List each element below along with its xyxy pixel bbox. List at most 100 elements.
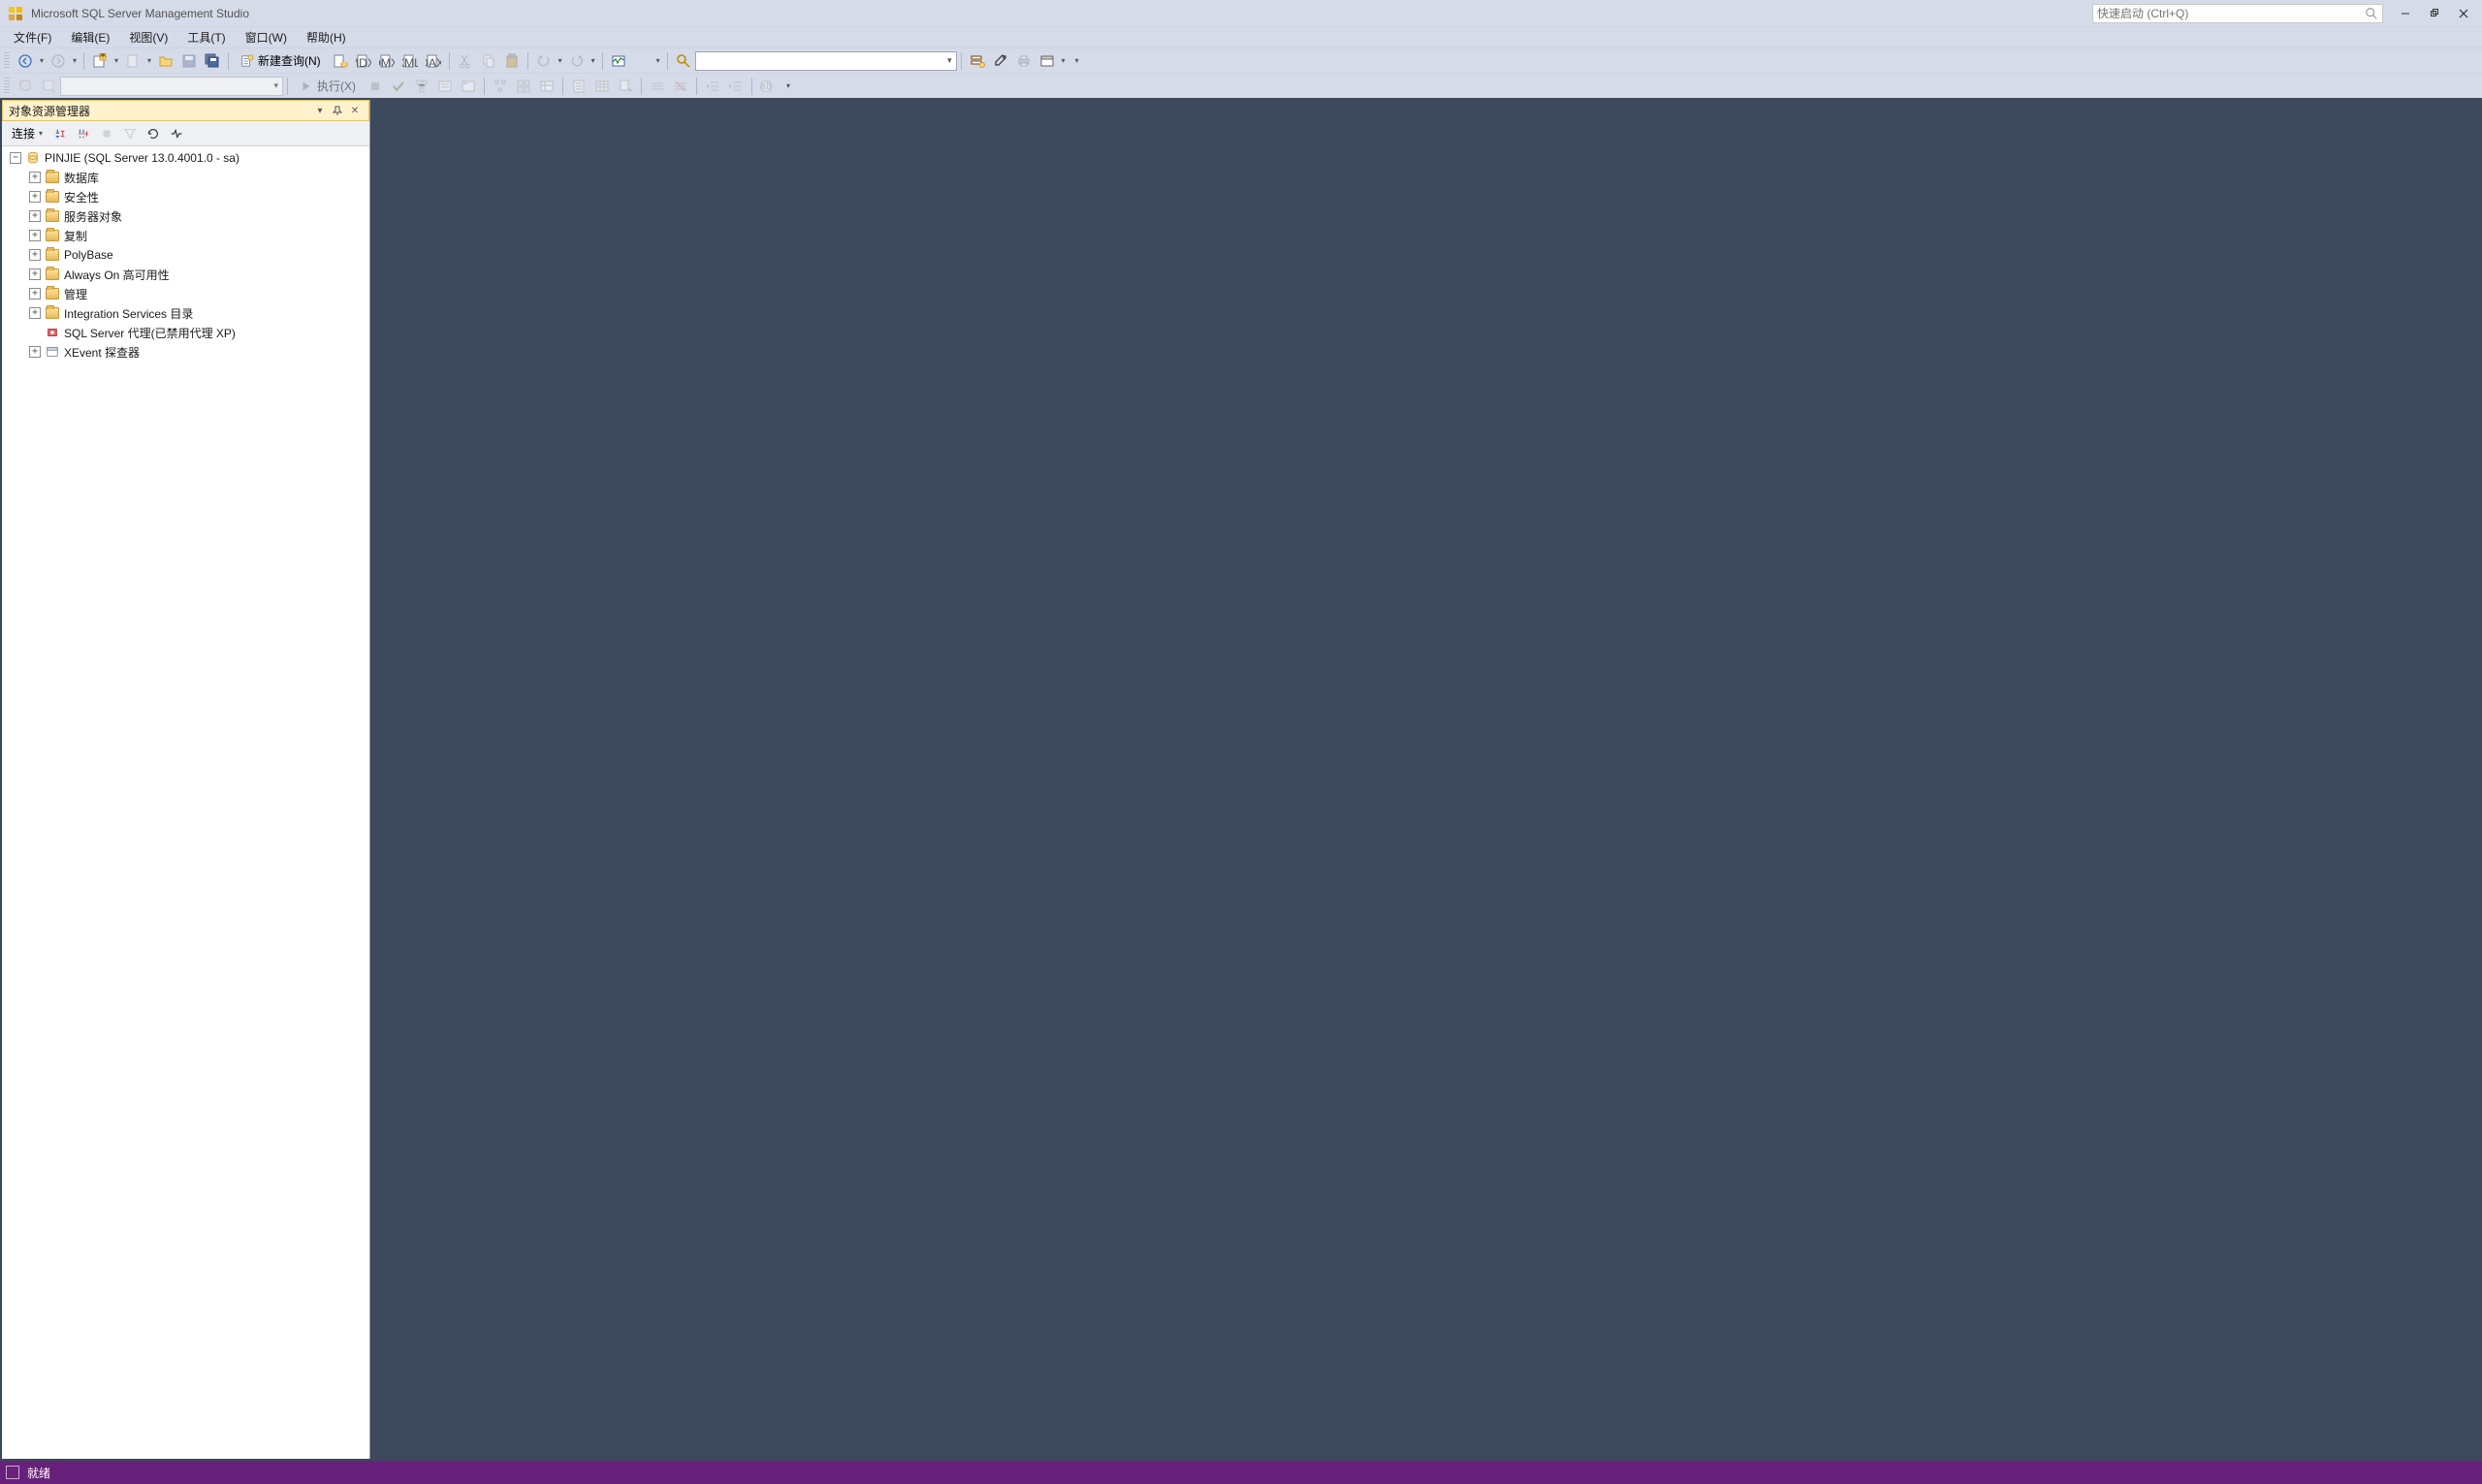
nav-forward-button[interactable] [48,50,69,72]
parse-button[interactable] [388,76,409,97]
dax-query-button[interactable]: DAX [423,50,444,72]
pin-icon[interactable] [330,103,345,118]
undo-button[interactable] [533,50,555,72]
tree-node-databases[interactable]: + 数据库 [2,168,369,187]
toolbar-grip[interactable] [4,52,10,70]
template-dropdown[interactable]: ▾ [1059,50,1068,72]
menu-help[interactable]: 帮助(H) [297,27,356,47]
menu-tools[interactable]: 工具(T) [177,27,235,47]
expander-minus-icon[interactable]: − [10,152,21,164]
new-project-dropdown[interactable]: ▾ [111,50,121,72]
expander-plus-icon[interactable]: + [29,172,41,183]
menu-view[interactable]: 视图(V) [119,27,177,47]
properties-button[interactable] [990,50,1011,72]
increase-indent-button[interactable] [725,76,747,97]
database-combobox[interactable]: ▾ [60,77,283,96]
activity-button[interactable] [166,123,187,144]
dmx-query-button[interactable]: DMX [376,50,398,72]
open-file-button[interactable] [155,50,176,72]
menu-window[interactable]: 窗口(W) [236,27,297,47]
new-item-dropdown[interactable]: ▾ [144,50,154,72]
tree-node-replication[interactable]: + 复制 [2,226,369,245]
tree-node-integration-services[interactable]: + Integration Services 目录 [2,303,369,323]
nav-back-button[interactable] [15,50,36,72]
results-to-text-button[interactable] [568,76,589,97]
activity-monitor-button[interactable] [608,50,629,72]
query-options-button[interactable] [434,76,456,97]
undo-dropdown[interactable]: ▾ [556,50,565,72]
expander-plus-icon[interactable]: + [29,346,41,358]
print-button[interactable] [1013,50,1034,72]
expander-plus-icon[interactable]: + [29,191,41,203]
expander-plus-icon[interactable]: + [29,249,41,261]
tree-node-polybase[interactable]: + PolyBase [2,245,369,265]
available-databases-button[interactable] [38,76,59,97]
window-position-dropdown[interactable]: ▾ [312,103,328,118]
results-to-file-button[interactable] [615,76,636,97]
find-input[interactable] [700,54,947,68]
expander-plus-icon[interactable]: + [29,307,41,319]
tree-node-alwayson[interactable]: + Always On 高可用性 [2,265,369,284]
copy-button[interactable] [478,50,499,72]
maximize-button[interactable] [2420,3,2449,24]
minimize-button[interactable] [2391,3,2420,24]
new-project-button[interactable]: ✶ [89,50,111,72]
save-all-button[interactable] [202,50,223,72]
toolbar-overflow[interactable]: ▾ [783,75,793,96]
results-to-grid-button[interactable] [591,76,613,97]
tree-node-security[interactable]: + 安全性 [2,187,369,206]
toolbar-overflow[interactable]: ▾ [1072,49,1082,71]
paste-button[interactable] [501,50,523,72]
filter-button[interactable] [119,123,141,144]
include-actual-plan-button[interactable] [490,76,511,97]
xmla-query-button[interactable]: XML [399,50,421,72]
chevron-down-icon[interactable]: ▾ [273,80,278,91]
template-explorer-button[interactable] [1036,50,1058,72]
mdx-query-button[interactable]: MDX [353,50,374,72]
stop-button[interactable] [96,123,117,144]
quick-launch-box[interactable] [2092,4,2383,23]
specify-values-button[interactable]: ab [757,76,779,97]
nav-forward-dropdown[interactable]: ▾ [70,50,80,72]
expander-plus-icon[interactable]: + [29,230,41,241]
chevron-down-icon[interactable]: ▾ [947,55,952,66]
expander-plus-icon[interactable]: + [29,210,41,222]
registered-servers-button[interactable] [967,50,988,72]
comment-button[interactable] [647,76,668,97]
cancel-execute-button[interactable] [365,76,386,97]
disconnect-all-button[interactable] [73,123,94,144]
tree-root-server[interactable]: − PINJIE (SQL Server 13.0.4001.0 - sa) [2,148,369,168]
expander-plus-icon[interactable]: + [29,288,41,300]
object-explorer-titlebar[interactable]: 对象资源管理器 ▾ ✕ [2,100,369,121]
menu-file[interactable]: 文件(F) [4,27,61,47]
nav-back-dropdown[interactable]: ▾ [37,50,47,72]
intellisense-button[interactable] [458,76,479,97]
client-stats-button[interactable] [536,76,557,97]
close-button[interactable] [2449,3,2478,24]
change-connection-button[interactable] [15,76,36,97]
activity-dropdown[interactable]: ▾ [653,50,663,72]
redo-button[interactable] [566,50,588,72]
expander-plus-icon[interactable]: + [29,268,41,280]
quick-launch-input[interactable] [2097,7,2365,20]
new-query-button[interactable]: 新建查询(N) [234,50,328,72]
find-button[interactable] [673,50,694,72]
new-item-button[interactable] [122,50,143,72]
display-plan-button[interactable] [411,76,432,97]
find-combobox[interactable]: ▾ [695,51,957,71]
redo-dropdown[interactable]: ▾ [589,50,598,72]
execute-button[interactable]: 执行(X) [293,76,363,97]
decrease-indent-button[interactable] [702,76,723,97]
tree-node-sql-agent[interactable]: SQL Server 代理(已禁用代理 XP) [2,323,369,342]
save-button[interactable] [178,50,200,72]
menu-edit[interactable]: 编辑(E) [61,27,119,47]
disconnect-button[interactable] [49,123,71,144]
uncomment-button[interactable] [670,76,691,97]
live-stats-button[interactable] [513,76,534,97]
database-query-button[interactable] [330,50,351,72]
connect-button[interactable]: 连接 ▾ [7,123,48,144]
close-panel-button[interactable]: ✕ [347,103,363,118]
object-tree[interactable]: − PINJIE (SQL Server 13.0.4001.0 - sa) +… [2,146,369,1459]
tree-node-server-objects[interactable]: + 服务器对象 [2,206,369,226]
tree-node-management[interactable]: + 管理 [2,284,369,303]
